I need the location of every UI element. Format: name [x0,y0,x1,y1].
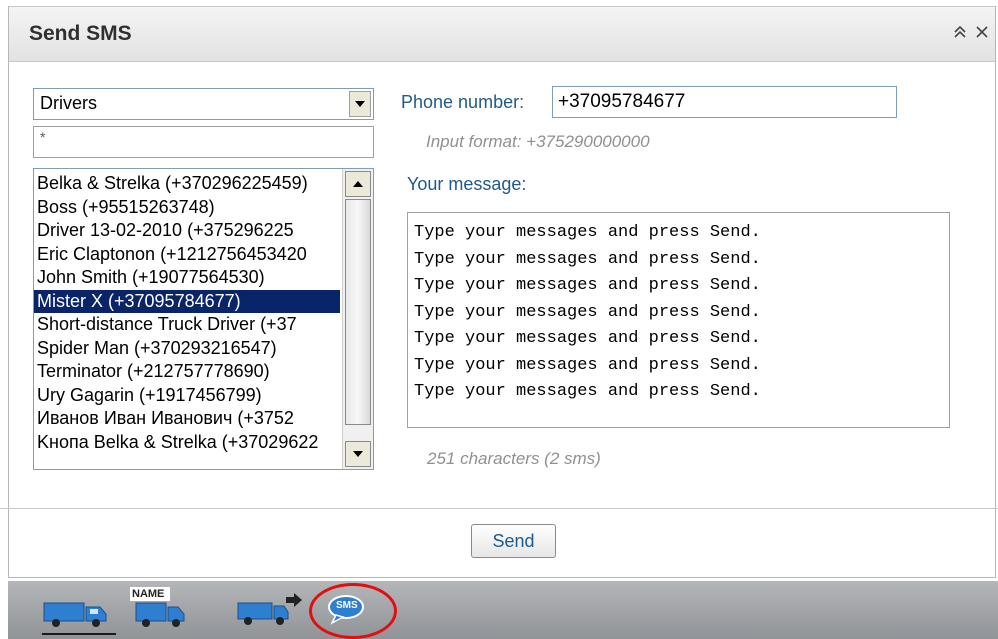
phone-input[interactable] [552,86,897,118]
message-label: Your message: [407,174,527,194]
list-item[interactable]: Иванов Иван Иванович (+3752 [34,407,340,431]
dropdown-arrow-icon[interactable] [349,91,371,117]
contacts-list: Belka & Strelka (+370296225459) Boss (+95… [34,172,340,454]
send-button[interactable]: Send [471,524,556,558]
close-icon[interactable] [971,21,993,45]
list-item[interactable]: Driver 13-02-2010 (+375296225 [34,219,340,243]
message-textarea[interactable]: Type your messages and press Send. Type … [407,212,950,428]
list-item[interactable]: Belka & Strelka (+370296225459) [34,172,340,196]
truck-arrow-icon[interactable] [236,591,306,632]
list-item[interactable]: John Smith (+19077564530) [34,266,340,290]
list-item[interactable]: Boss (+95515263748) [34,196,340,220]
truck-name-icon[interactable]: NAME [130,587,194,634]
list-item[interactable]: Kнопа Belka & Strelka (+37029622 [34,431,340,455]
filter-input[interactable]: * [33,126,374,158]
name-badge: NAME [132,588,165,600]
bottom-toolbar: NAME SMS [8,581,998,639]
scroll-up-icon[interactable] [345,171,371,197]
phone-format-hint: Input format: +375290000000 [426,132,650,151]
group-select-value: Drivers [40,93,97,113]
list-item[interactable]: Mister X (+37095784677) [34,289,340,313]
phone-label: Phone number: [401,92,525,112]
sms-badge: SMS [336,600,358,611]
panel-title: Send SMS [29,22,132,45]
panel-header: Send SMS [9,6,995,62]
scroll-thumb[interactable] [345,199,371,425]
list-item[interactable]: Terminator (+212757778690) [34,360,340,384]
collapse-icon[interactable] [949,21,971,45]
sms-bubble-icon[interactable]: SMS [326,593,366,630]
list-scrollbar[interactable] [342,169,373,469]
list-item[interactable]: Short-distance Truck Driver (+37 [34,313,340,337]
truck-icon[interactable] [42,597,116,634]
scroll-down-icon[interactable] [345,441,371,467]
character-counter: 251 characters (2 sms) [427,449,601,468]
list-item[interactable]: Ury Gagarin (+1917456799) [34,384,340,408]
list-item[interactable]: Eric Claptonon (+1212756453420 [34,243,340,267]
contacts-listbox[interactable]: Belka & Strelka (+370296225459) Boss (+95… [33,168,374,470]
list-item[interactable]: Spider Man (+370293216547) [34,337,340,361]
footer-divider [0,508,998,509]
active-tab-underline [42,633,116,635]
group-select[interactable]: Drivers [33,88,374,120]
